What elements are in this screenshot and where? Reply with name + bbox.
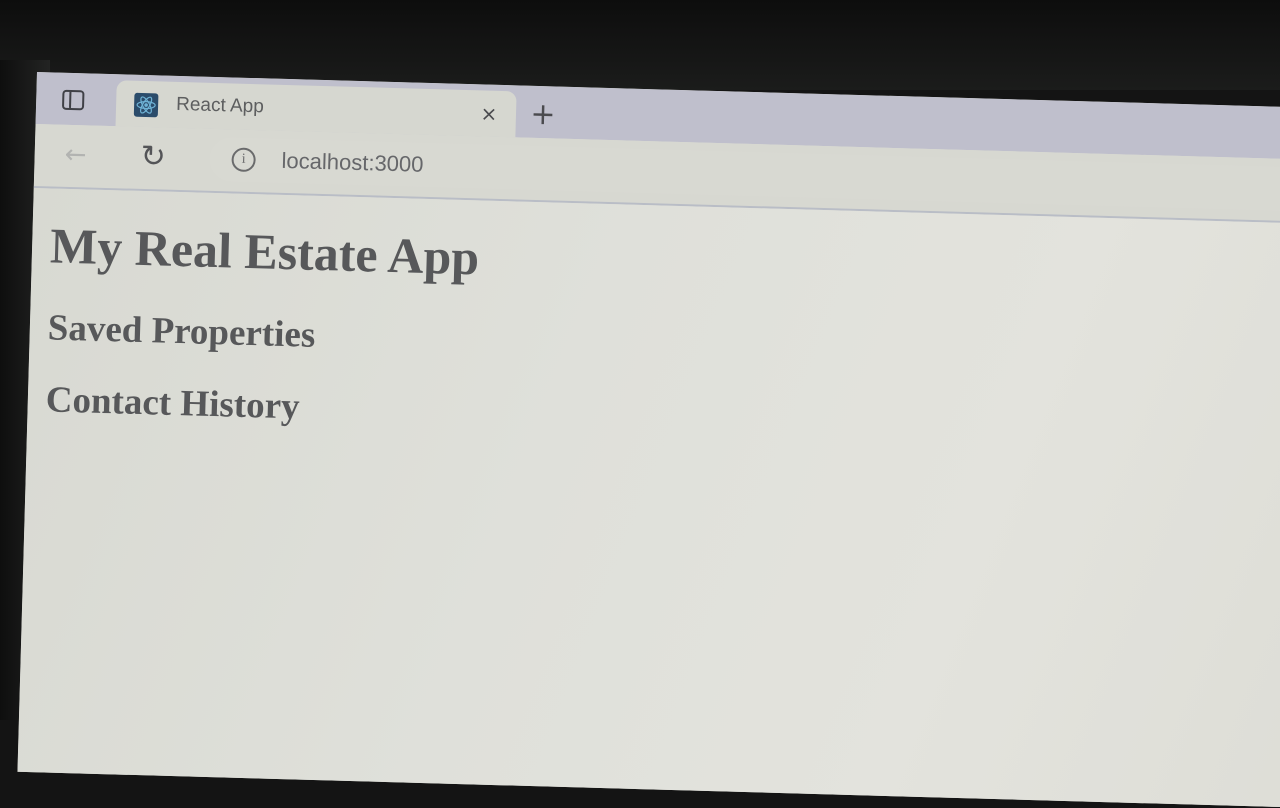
reload-icon[interactable]: ↻ — [140, 139, 166, 175]
info-icon[interactable]: i — [231, 147, 256, 173]
saved-properties-heading: Saved Properties — [47, 307, 316, 356]
back-arrow-icon[interactable]: ← — [64, 140, 87, 171]
react-favicon-icon — [133, 92, 159, 118]
sidebar-panel-icon — [61, 89, 85, 111]
tab-title: React App — [175, 93, 265, 118]
page-content: My Real Estate App Saved Properties Cont… — [17, 187, 1280, 808]
tab-actions-menu-button[interactable] — [56, 87, 91, 114]
contact-history-heading: Contact History — [45, 379, 301, 428]
url-text[interactable]: localhost:3000 — [281, 148, 424, 178]
close-icon[interactable]: × — [478, 101, 501, 125]
page-title: My Real Estate App — [49, 217, 480, 286]
browser-window: React App × + ← ↻ i localhost:3000 My Re… — [17, 72, 1280, 808]
new-tab-button[interactable]: + — [526, 97, 561, 133]
